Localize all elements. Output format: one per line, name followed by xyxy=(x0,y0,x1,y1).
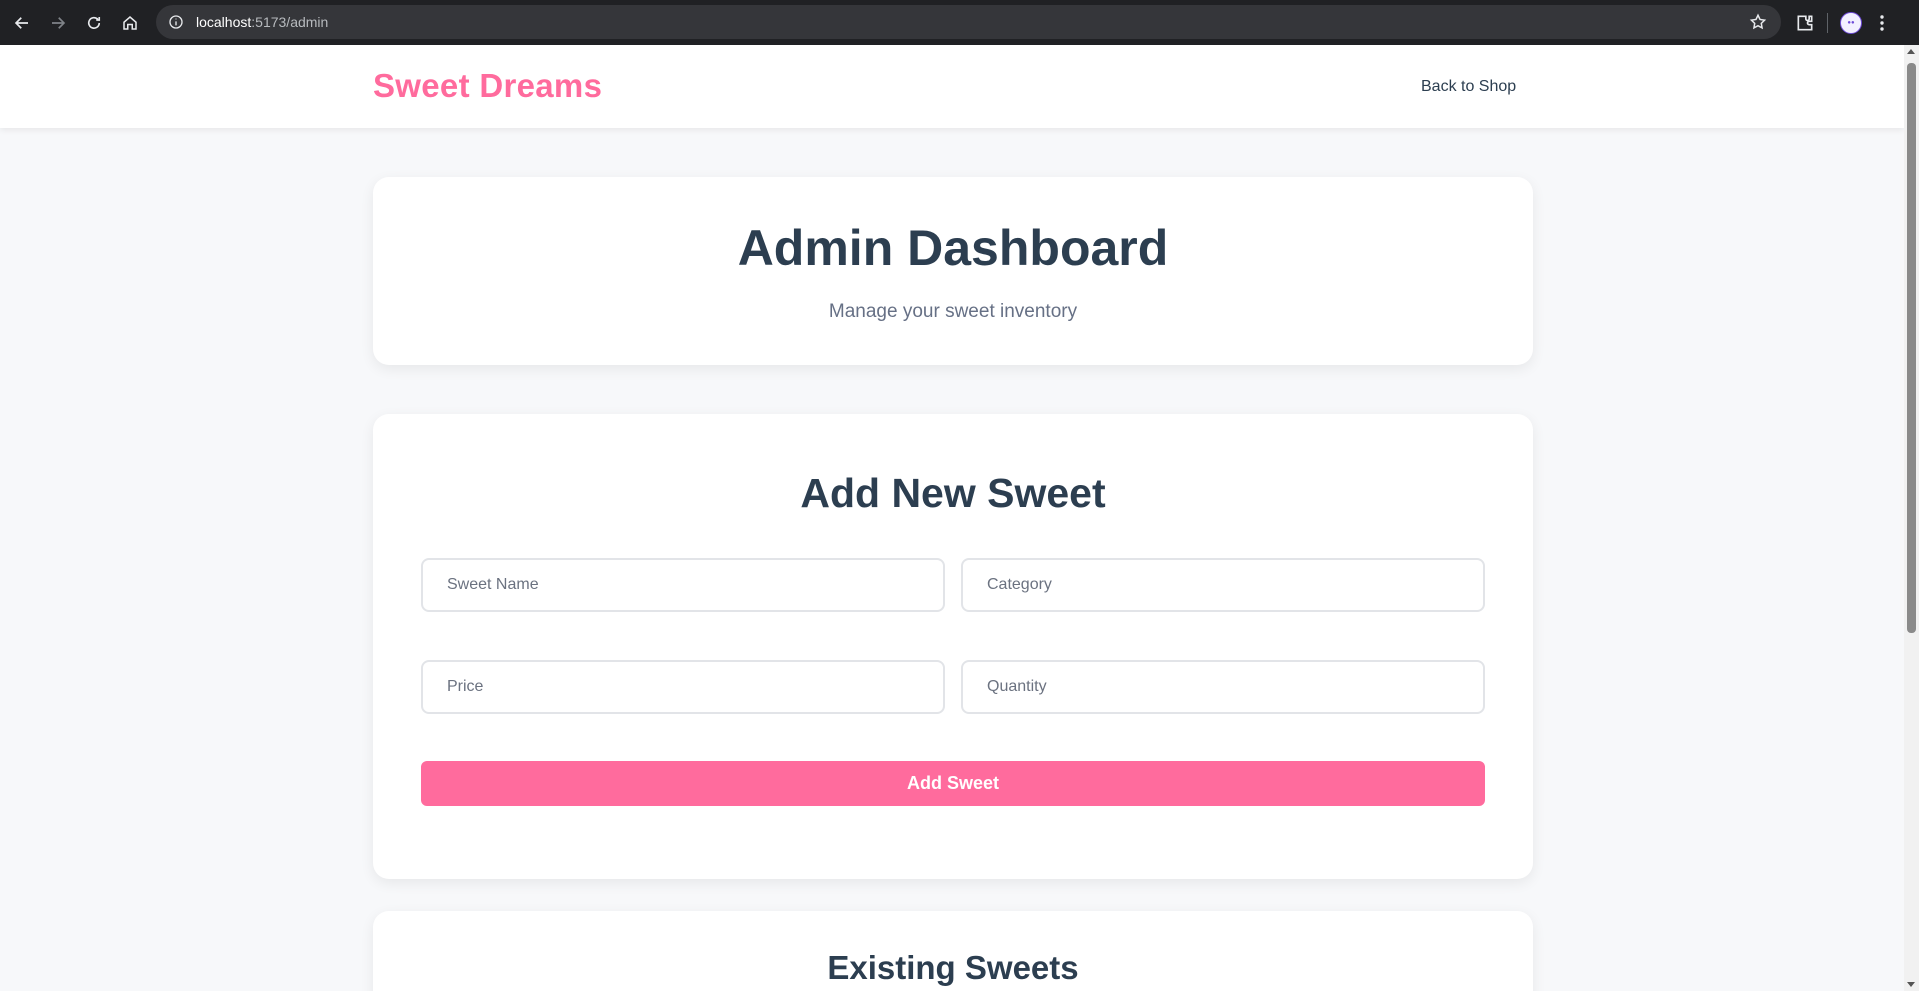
scroll-down-arrow-icon[interactable] xyxy=(1907,982,1915,987)
forward-arrow-icon[interactable] xyxy=(40,5,76,41)
extensions-icon[interactable] xyxy=(1795,13,1815,33)
site-header: Sweet Dreams Back to Shop xyxy=(0,45,1904,128)
add-sweet-button[interactable]: Add Sweet xyxy=(421,761,1485,806)
reload-icon[interactable] xyxy=(76,5,112,41)
form-title: Add New Sweet xyxy=(800,470,1106,516)
existing-sweets-title: Existing Sweets xyxy=(827,949,1079,986)
page-title: Admin Dashboard xyxy=(737,220,1169,276)
brand-logo[interactable]: Sweet Dreams xyxy=(373,67,602,105)
url-path: :5173/admin xyxy=(251,14,329,30)
back-arrow-icon[interactable] xyxy=(4,5,40,41)
home-icon[interactable] xyxy=(112,5,148,41)
price-input[interactable] xyxy=(421,660,945,714)
address-bar[interactable]: localhost:5173/admin xyxy=(156,5,1781,39)
scroll-thumb[interactable] xyxy=(1907,63,1916,633)
quantity-input[interactable] xyxy=(961,660,1485,714)
site-info-icon[interactable] xyxy=(168,14,184,30)
url-host: localhost xyxy=(196,14,252,30)
add-sweet-card: Add New Sweet Add Sweet xyxy=(373,414,1533,879)
sweet-name-input[interactable] xyxy=(421,558,945,612)
bookmark-star-icon[interactable] xyxy=(1749,13,1767,31)
profile-avatar[interactable]: ●● xyxy=(1840,11,1862,34)
more-menu-icon[interactable] xyxy=(1874,13,1890,33)
page-scrollbar[interactable] xyxy=(1904,45,1919,991)
page-subtitle: Manage your sweet inventory xyxy=(828,301,1078,322)
back-to-shop-link[interactable]: Back to Shop xyxy=(1421,78,1516,96)
dashboard-hero-card: Admin Dashboard Manage your sweet invent… xyxy=(373,177,1533,365)
scroll-up-arrow-icon[interactable] xyxy=(1907,49,1915,54)
existing-sweets-card: Existing Sweets xyxy=(373,911,1533,991)
page-viewport: Sweet Dreams Back to Shop Admin Dashboar… xyxy=(0,45,1904,991)
category-input[interactable] xyxy=(961,558,1485,612)
browser-toolbar: localhost:5173/admin ●● xyxy=(0,0,1919,45)
toolbar-separator xyxy=(1827,12,1828,33)
